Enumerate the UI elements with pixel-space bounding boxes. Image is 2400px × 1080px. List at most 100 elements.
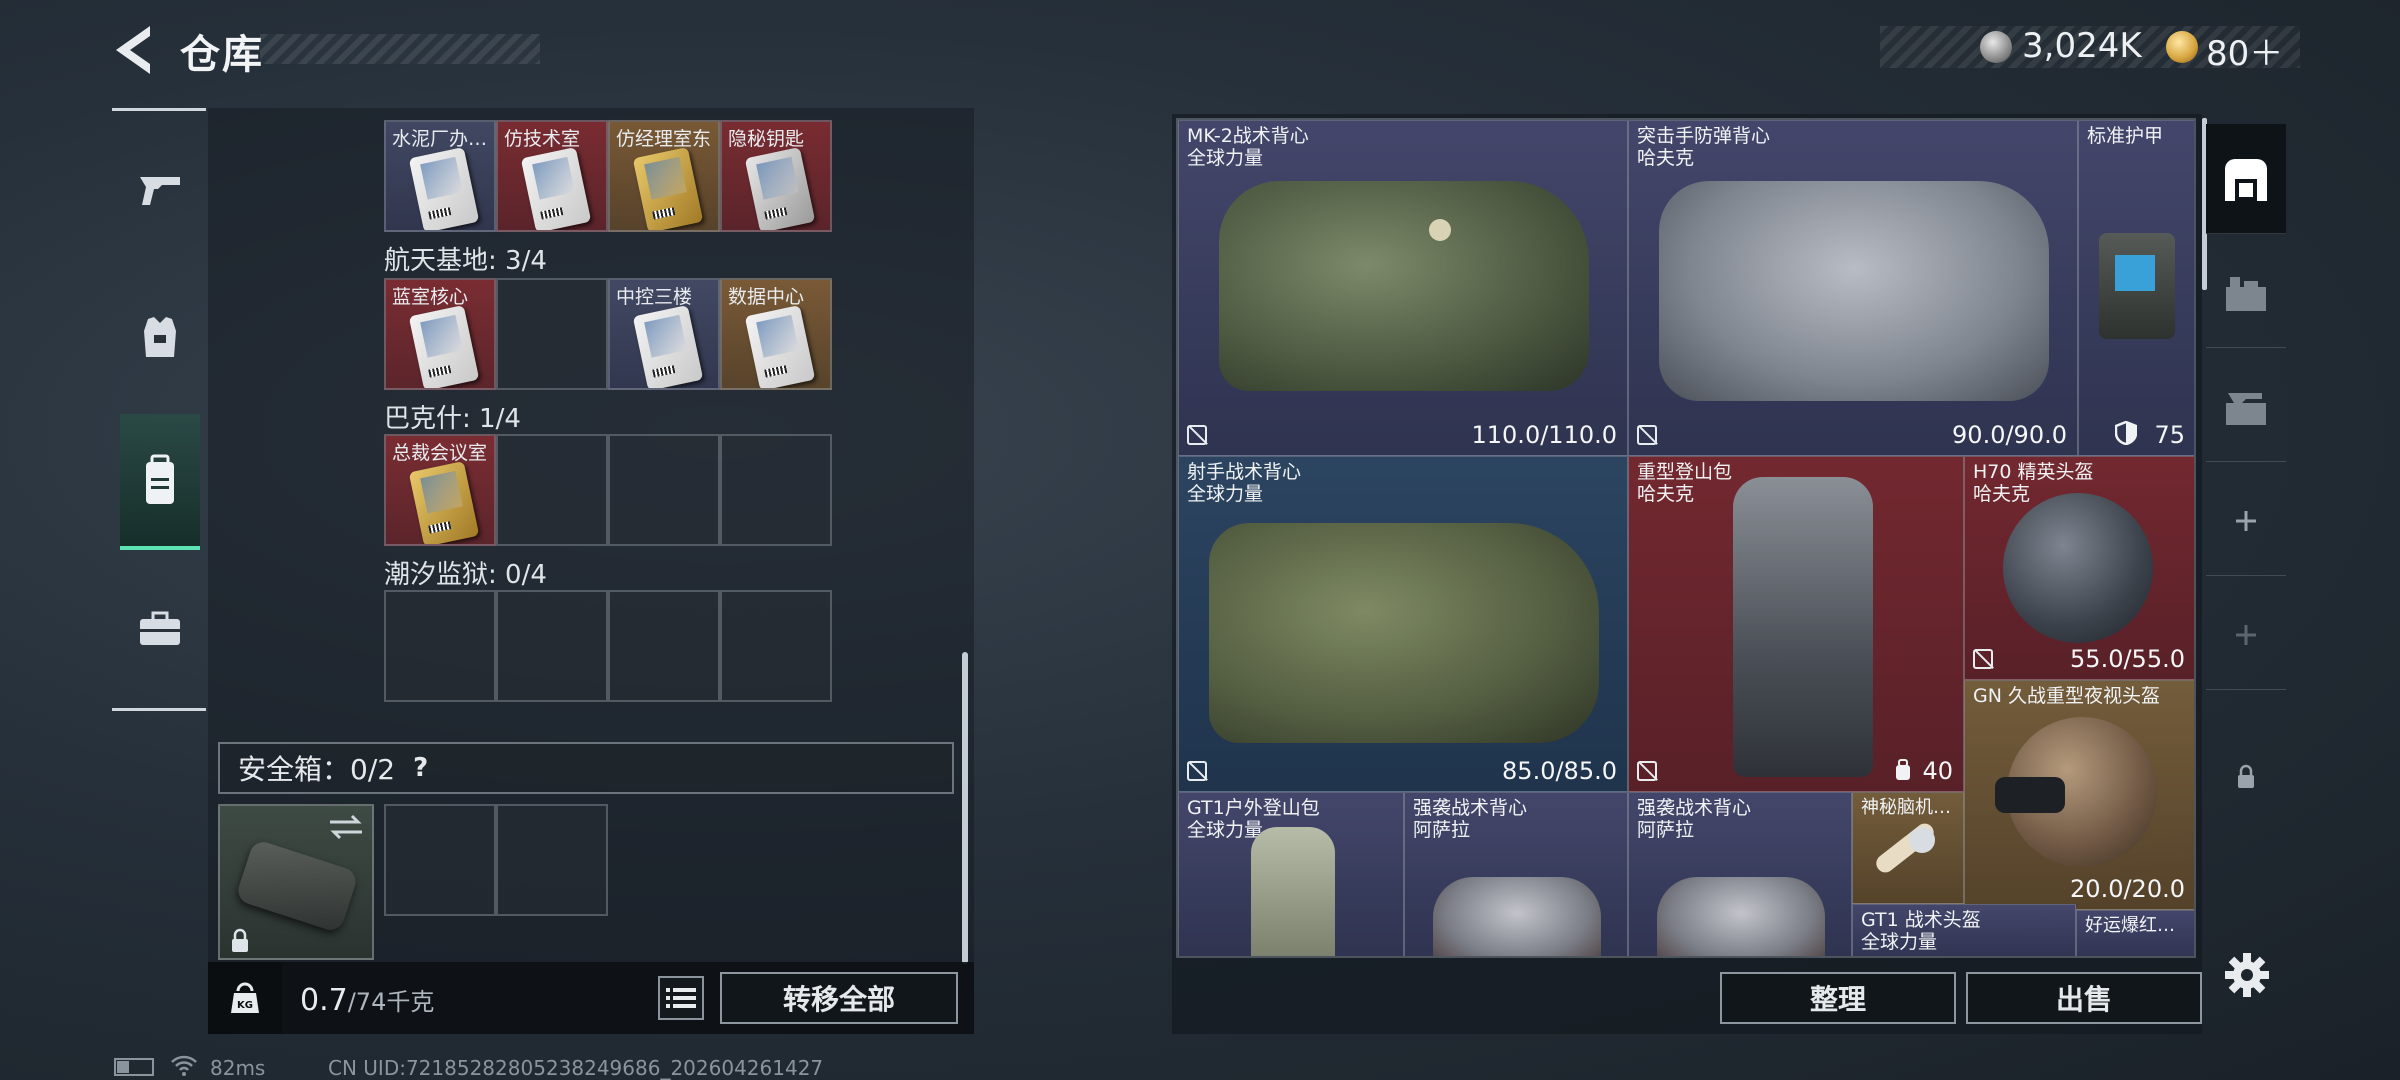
- keycard-slot[interactable]: 总裁会议室: [384, 434, 496, 546]
- inventory-grid: MK-2战术背心 全球力量 110.0/110.0 突击手防弹背心 哈夫克 90.0…: [1176, 118, 2196, 958]
- safe-box-slot-empty[interactable]: [384, 804, 496, 916]
- top-bar: 仓库 3,024K 80＋: [0, 0, 2400, 100]
- keycard-slot[interactable]: 中控三楼: [608, 278, 720, 390]
- back-button[interactable]: [110, 22, 158, 78]
- section-label: 航天基地: 3/4: [384, 246, 547, 276]
- safe-box-header: 安全箱：0/2 ?: [218, 742, 954, 794]
- item-name: MK-2战术背心 全球力量: [1187, 125, 1309, 169]
- item-lucky[interactable]: 好运爆红…: [2076, 910, 2194, 956]
- keycard-slot[interactable]: 蓝室核心: [384, 278, 496, 390]
- safe-box-slot[interactable]: [218, 804, 374, 960]
- nav-toolbox[interactable]: [120, 584, 200, 674]
- warehouse-icon: [2225, 158, 2267, 201]
- keycard-label: 仿技术室: [504, 128, 581, 150]
- silver-coin-icon: [1980, 31, 2012, 63]
- keycard-slot-empty[interactable]: [608, 434, 720, 546]
- helmet-image: [2003, 493, 2153, 643]
- nav-weapon[interactable]: [120, 144, 200, 234]
- no-repair-icon: [1637, 761, 1657, 781]
- keycard-row-0: 水泥厂办… 仿技术室 仿经理室东 隐秘钥匙: [384, 120, 832, 232]
- settings-gear-icon[interactable]: [2224, 952, 2270, 998]
- capacity-icon: [1896, 759, 1910, 780]
- item-name: 强袭战术背心 阿萨拉: [1413, 797, 1528, 841]
- item-gt1-backpack[interactable]: GT1户外登山包 全球力量: [1178, 792, 1404, 956]
- lock-icon: [232, 928, 248, 952]
- storage-tab-3[interactable]: [2206, 352, 2286, 462]
- item-name: 强袭战术背心 阿萨拉: [1637, 797, 1752, 841]
- no-repair-icon: [1637, 425, 1657, 445]
- keycard-label: 隐秘钥匙: [728, 128, 805, 150]
- item-shooter-vest[interactable]: 射手战术背心 全球力量 85.0/85.0: [1178, 456, 1628, 792]
- battery-icon: [114, 1058, 154, 1076]
- nav-armor[interactable]: [120, 292, 200, 382]
- item-gn-nv-helmet[interactable]: GN 久战重型夜视头盔 20.0/20.0: [1964, 680, 2194, 910]
- shield-icon: [2115, 421, 2137, 445]
- capacity-max: /74千克: [347, 988, 435, 1016]
- item-raid-vest[interactable]: 强袭战术背心 阿萨拉: [1628, 792, 1852, 956]
- item-name: 重型登山包 哈夫克: [1637, 461, 1733, 505]
- no-repair-icon: [1187, 761, 1207, 781]
- vest-image: [1209, 523, 1599, 743]
- item-standard-plate[interactable]: 标准护甲 75: [2078, 120, 2194, 456]
- item-capacity: 40: [1922, 757, 1953, 785]
- help-icon[interactable]: ?: [413, 753, 428, 783]
- item-durability: 55.0/55.0: [2070, 645, 2185, 673]
- item-gt1-helmet[interactable]: GT1 战术头盔 全球力量: [1852, 904, 2076, 956]
- back-arrow-icon: [116, 26, 150, 74]
- left-scrollbar[interactable]: [962, 652, 968, 964]
- keycard-slot-empty[interactable]: [720, 590, 832, 702]
- plus-icon: [2236, 510, 2256, 531]
- keycard-slot[interactable]: 隐秘钥匙: [720, 120, 832, 232]
- sort-button[interactable]: 整理: [1720, 972, 1956, 1024]
- item-assault-vest[interactable]: 突击手防弹背心 哈夫克 90.0/90.0: [1628, 120, 2078, 456]
- item-name: 突击手防弹背心 哈夫克: [1637, 125, 1771, 169]
- keycard-label: 蓝室核心: [392, 286, 469, 308]
- keycard-slot-empty[interactable]: [496, 590, 608, 702]
- keycard-slot-empty[interactable]: [496, 434, 608, 546]
- locked-storage-tab[interactable]: [2206, 722, 2286, 832]
- keycard-slot-empty[interactable]: [720, 434, 832, 546]
- weight-icon-box: KG: [208, 962, 282, 1034]
- storage-tab-main[interactable]: [2206, 124, 2286, 234]
- armor-vest-icon: [144, 317, 176, 357]
- keycard-slot[interactable]: 仿经理室东: [608, 120, 720, 232]
- keycard-icon: [632, 305, 704, 388]
- item-name: GN 久战重型夜视头盔: [1973, 685, 2160, 707]
- add-storage-button[interactable]: [2206, 466, 2286, 576]
- capacity-current: 0.7: [300, 983, 348, 1018]
- storage-tab-2[interactable]: [2206, 238, 2286, 348]
- keycard-slot-empty[interactable]: [608, 590, 720, 702]
- keycard-row-2: 总裁会议室: [384, 434, 832, 546]
- keycard-slot-empty[interactable]: [496, 278, 608, 390]
- device-knob-image: [1909, 827, 1935, 853]
- item-raid-vest[interactable]: 强袭战术背心 阿萨拉: [1404, 792, 1628, 956]
- item-armor-value: 75: [2154, 421, 2185, 449]
- pistol-icon: [140, 177, 180, 205]
- keycard-slot[interactable]: 仿技术室: [496, 120, 608, 232]
- item-name: 神秘脑机…: [1861, 797, 1951, 818]
- list-view-button[interactable]: [658, 976, 704, 1020]
- keycard-row-1: 蓝室核心 中控三楼 数据中心: [384, 278, 832, 390]
- safe-box-label: 安全箱：0/2: [238, 753, 396, 786]
- swap-icon: [330, 814, 362, 840]
- sell-button[interactable]: 出售: [1966, 972, 2202, 1024]
- backpack-image: [1733, 477, 1873, 777]
- nav-backpack[interactable]: [120, 414, 200, 550]
- gold-currency-amount[interactable]: 80＋: [2206, 26, 2283, 75]
- capacity-text: 0.7/74千克: [300, 982, 434, 1018]
- item-mk2-vest[interactable]: MK-2战术背心 全球力量 110.0/110.0: [1178, 120, 1628, 456]
- safe-box-slot-empty[interactable]: [496, 804, 608, 916]
- keycard-slot-empty[interactable]: [384, 590, 496, 702]
- transfer-all-button[interactable]: 转移全部: [720, 972, 958, 1024]
- nav-divider-top: [112, 108, 206, 111]
- crate-icon: [2226, 276, 2266, 311]
- patch-icon: [1429, 219, 1451, 241]
- add-storage-button-disabled[interactable]: [2206, 580, 2286, 690]
- item-mystery-device[interactable]: 神秘脑机…: [1852, 792, 1964, 904]
- vest-image: [1219, 181, 1589, 391]
- keycard-slot[interactable]: 数据中心: [720, 278, 832, 390]
- keycard-slot[interactable]: 水泥厂办…: [384, 120, 496, 232]
- item-heavy-backpack[interactable]: 重型登山包 哈夫克 40: [1628, 456, 1964, 792]
- item-h70-helmet[interactable]: H70 精英头盔 哈夫克 55.0/55.0: [1964, 456, 2194, 680]
- item-durability: 90.0/90.0: [1952, 421, 2067, 449]
